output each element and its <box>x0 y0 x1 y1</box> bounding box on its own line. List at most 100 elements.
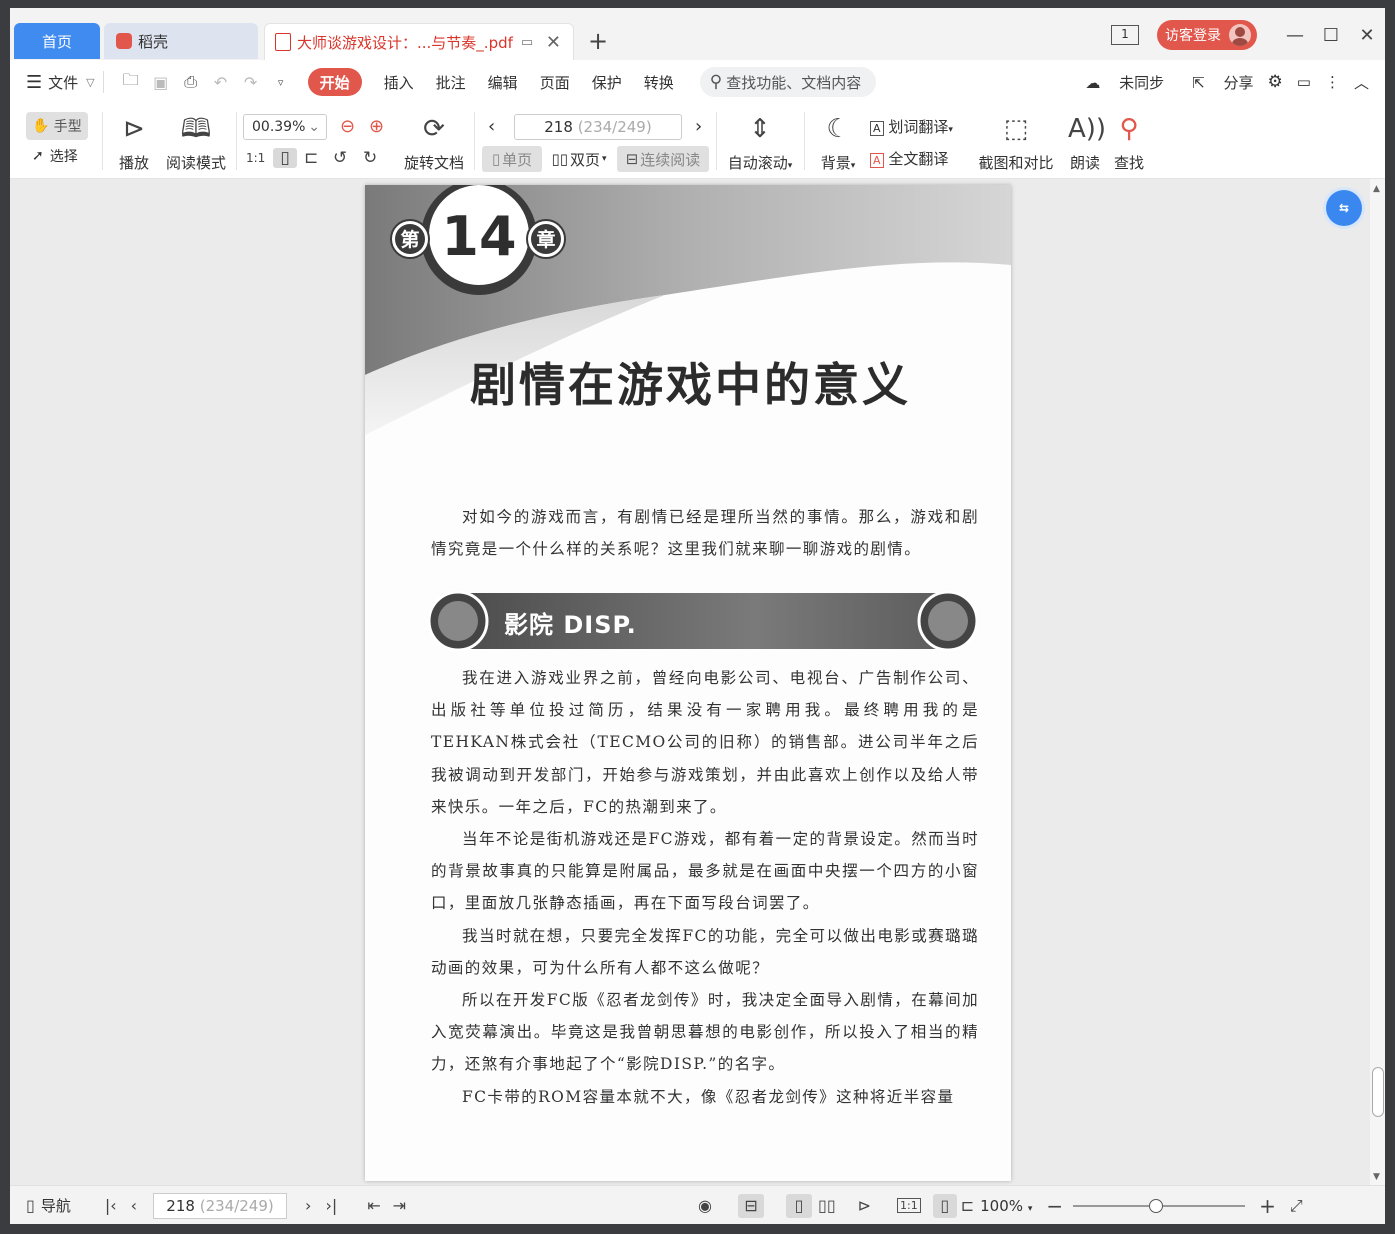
double-page-button[interactable]: ▯▯ 双页 ▾ <box>548 146 610 172</box>
single-page-button[interactable]: ▯ 单页 <box>482 146 542 172</box>
zoom-out-icon[interactable]: ⊖ <box>340 116 355 137</box>
redo-icon[interactable]: ↷ <box>240 73 262 92</box>
next-page-icon[interactable]: › <box>305 1196 311 1215</box>
collapse-ribbon-icon[interactable]: ︿ <box>1354 72 1369 93</box>
tab-edit[interactable]: 编辑 <box>488 72 518 93</box>
hand-icon: ✋ <box>32 118 50 134</box>
menu-bar: ☰ 文件 ▽ 🗀 ▣ ⎙ ↶ ↷ ▿ 开始 插入 批注 编辑 页面 保护 转换 … <box>10 60 1385 104</box>
read-mode-label: 阅读模式 <box>165 154 226 172</box>
zoom-out-button[interactable]: − <box>1046 1194 1063 1218</box>
rotate-left-icon[interactable]: ↺ <box>333 148 347 168</box>
new-tab-button[interactable]: + <box>588 27 608 55</box>
app-window: 首页 稻壳 大师谈游戏设计：...与节奏_.pdf ▭ ✕ + 1 访客登录 —… <box>10 8 1385 1224</box>
prev-page-icon[interactable]: ‹ <box>131 1196 137 1215</box>
login-button[interactable]: 访客登录 <box>1157 20 1257 50</box>
open-folder-icon[interactable]: 🗀 <box>120 69 142 96</box>
more-icon[interactable]: ⋮ <box>1325 73 1340 91</box>
scrollbar-thumb[interactable] <box>1372 1067 1384 1117</box>
actual-size-icon[interactable]: 1:1 <box>246 151 265 165</box>
maximize-icon[interactable]: ☐ <box>1313 25 1349 46</box>
share-label: 分享 <box>1223 73 1254 92</box>
zoom-slider-handle[interactable] <box>1149 1198 1164 1213</box>
tab-daoke-label: 稻壳 <box>138 32 169 51</box>
auto-scroll-button[interactable]: ⇕ 自动滚动▾ <box>724 112 796 173</box>
eye-protection-icon[interactable]: ◉ <box>698 1196 712 1215</box>
share-button[interactable]: ⇱ 分享 <box>1178 72 1253 93</box>
settings-gear-icon[interactable]: ⚙ <box>1268 72 1283 92</box>
rotate-label: 旋转文档 <box>403 154 464 172</box>
zoom-in-button[interactable]: + <box>1259 1194 1276 1218</box>
page-number-input[interactable]: 218 (234/249) <box>514 114 682 140</box>
screenshot-icon: ⬚ <box>1003 114 1029 144</box>
tab-annotate[interactable]: 批注 <box>436 72 466 93</box>
close-tab-icon[interactable]: ✕ <box>546 32 561 53</box>
double-page-mode-icon[interactable]: ▯▯ <box>818 1196 836 1215</box>
full-translate-button[interactable]: A 全文翻译 <box>870 148 948 169</box>
navigation-panel-icon[interactable]: ▯ <box>26 1196 35 1215</box>
vertical-scrollbar[interactable]: ▲ ▼ <box>1370 179 1385 1185</box>
zoom-value: 00.39% <box>252 119 306 135</box>
scroll-up-icon[interactable]: ▲ <box>1373 184 1380 194</box>
continuous-read-button[interactable]: ⊟ 连续阅读 <box>617 146 709 172</box>
tab-insert[interactable]: 插入 <box>384 72 414 93</box>
fit-page-icon[interactable]: ▯ <box>932 1193 957 1218</box>
forward-icon[interactable]: ⇥ <box>393 1196 406 1215</box>
tab-document[interactable]: 大师谈游戏设计：...与节奏_.pdf ▭ ✕ <box>264 23 574 60</box>
comment-icon[interactable]: ▭ <box>1297 73 1311 91</box>
word-translate-button[interactable]: A 划词翻译▾ <box>870 116 953 137</box>
save-icon[interactable]: ▣ <box>150 73 172 92</box>
nav-label[interactable]: 导航 <box>41 1195 71 1216</box>
find-button[interactable]: ⚲ 查找 <box>1112 112 1146 173</box>
read-mode-button[interactable]: 🕮 阅读模式 <box>164 112 228 173</box>
monitor-icon[interactable]: ▭ <box>521 35 533 50</box>
search-input[interactable]: ⚲ 查找功能、文档内容 <box>699 67 876 97</box>
rotate-document-button[interactable]: ⟳ 旋转文档 <box>402 112 466 173</box>
zoom-in-icon[interactable]: ⊕ <box>369 116 384 137</box>
file-menu[interactable]: ☰ 文件 ▽ <box>26 72 95 93</box>
actual-size-icon[interactable]: 1:1 <box>897 1198 921 1213</box>
back-icon[interactable]: ⇤ <box>367 1196 380 1215</box>
tab-start[interactable]: 开始 <box>307 68 362 96</box>
status-zoom-select[interactable]: 100% ▾ <box>980 1197 1032 1215</box>
prev-page-icon[interactable]: ‹ <box>488 116 495 137</box>
close-window-icon[interactable]: ✕ <box>1349 25 1385 46</box>
screenshot-compare-button[interactable]: ⬚ 截图和对比 <box>976 112 1056 173</box>
fit-page-icon[interactable]: ▯ <box>273 148 297 168</box>
fit-width-icon[interactable]: ⊏ <box>961 1196 974 1215</box>
background-button[interactable]: ☾ 背景▾ <box>814 112 862 173</box>
tab-daoke[interactable]: 稻壳 <box>104 23 258 59</box>
rotate-right-icon[interactable]: ↻ <box>363 148 377 168</box>
first-page-icon[interactable]: |‹ <box>105 1196 117 1215</box>
rotate-document-icon: ⟳ <box>423 114 445 144</box>
read-aloud-button[interactable]: A)) 朗读 <box>1068 112 1106 173</box>
next-page-icon[interactable]: › <box>695 116 702 137</box>
zoom-slider[interactable] <box>1073 1198 1246 1213</box>
tab-page[interactable]: 页面 <box>540 72 570 93</box>
chevron-down-icon: ▽ <box>86 75 95 89</box>
print-icon[interactable]: ⎙ <box>180 72 202 92</box>
fullscreen-icon[interactable]: ⤢ <box>1290 1196 1303 1216</box>
tab-protect[interactable]: 保护 <box>592 72 622 93</box>
status-page-input[interactable]: 218 (234/249) <box>153 1192 288 1219</box>
background-label: 背景 <box>820 154 851 172</box>
sync-button[interactable]: ☁ 未同步 <box>1071 72 1164 93</box>
scroll-down-icon[interactable]: ▼ <box>1373 1172 1380 1182</box>
play-button[interactable]: ⊳ 播放 <box>114 112 154 173</box>
last-page-icon[interactable]: ›| <box>325 1196 337 1215</box>
document-viewport[interactable]: 第 章 14 剧情在游戏中的意义 对如今的游戏而言，有剧情已经是理所当然的事情。… <box>10 179 1370 1185</box>
undo-icon[interactable]: ↶ <box>210 73 232 92</box>
zoom-select[interactable]: 00.39% ⌄ <box>243 114 327 140</box>
single-page-mode-icon[interactable]: ▯ <box>786 1193 813 1218</box>
select-tool-button[interactable]: ➚ 选择 <box>32 146 78 166</box>
tab-home[interactable]: 首页 <box>14 23 100 59</box>
minimize-icon[interactable]: — <box>1277 25 1313 46</box>
tab-convert[interactable]: 转换 <box>644 72 674 93</box>
tab-bar: 首页 稻壳 大师谈游戏设计：...与节奏_.pdf ▭ ✕ + 1 访客登录 —… <box>10 8 1385 60</box>
fit-width-icon[interactable]: ⊏ <box>304 148 318 168</box>
play-icon[interactable]: ⊳ <box>858 1196 871 1215</box>
hand-tool-button[interactable]: ✋ 手型 <box>26 112 88 140</box>
continuous-mode-icon[interactable]: ⊟ <box>738 1193 765 1218</box>
picture-to-pdf-float-button[interactable]: ⇆ <box>1326 190 1362 226</box>
page-indicator-icon[interactable]: 1 <box>1111 25 1139 45</box>
more-dropdown-icon[interactable]: ▿ <box>270 76 292 89</box>
